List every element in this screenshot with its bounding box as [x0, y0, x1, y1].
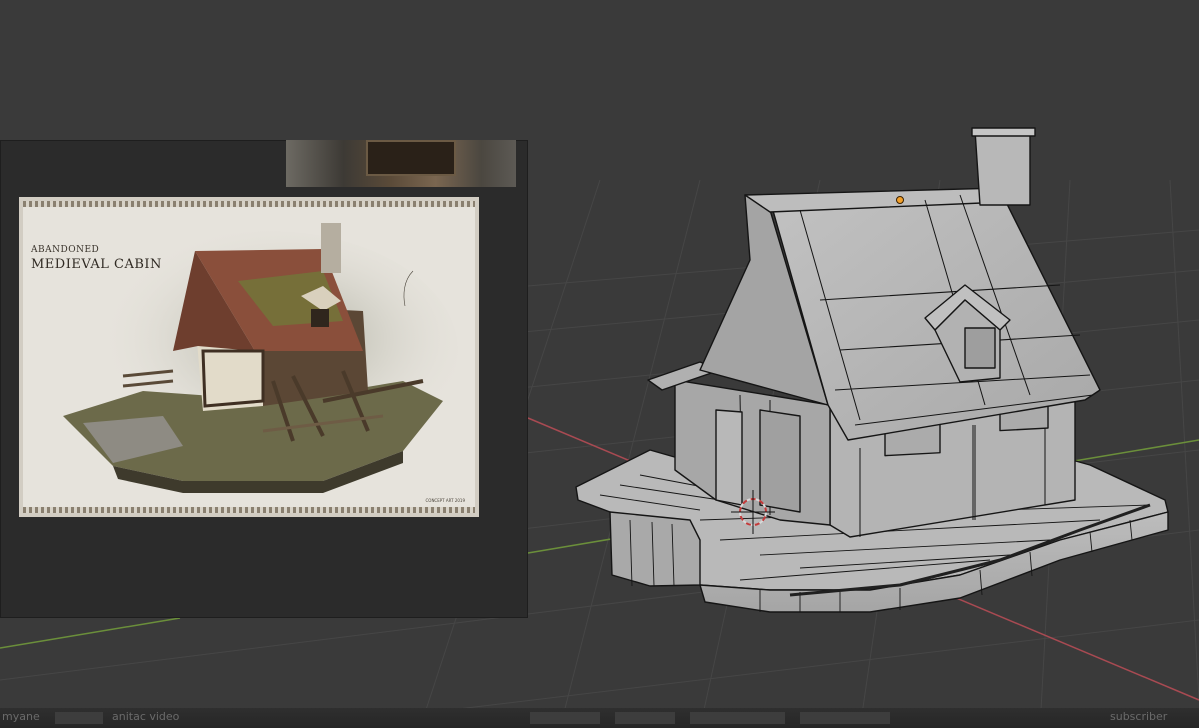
cabin-model [575, 127, 1169, 613]
base-step [609, 511, 701, 587]
porch-post [715, 409, 743, 506]
chimney [974, 129, 1031, 206]
bottom-mid-text: anitac video [112, 710, 180, 723]
bottom-overlay-bar: myane anitac video subscriber [0, 708, 1199, 728]
origin-point [896, 196, 904, 204]
bottom-block-5 [800, 712, 890, 724]
door-left [759, 409, 801, 513]
reference-thumbnail[interactable] [286, 140, 516, 187]
bottom-block-4 [690, 712, 785, 724]
bottom-left-text: myane [2, 710, 40, 723]
reference-poster[interactable]: ABANDONED MEDIEVAL CABIN CONCEPT ART 201… [19, 197, 479, 517]
y-axis-line-left [0, 617, 181, 649]
bottom-block-3 [615, 712, 675, 724]
bottom-block-2 [530, 712, 600, 724]
bottom-right-text: subscriber [1110, 710, 1168, 723]
dormer-window [964, 327, 996, 369]
bottom-block-1 [55, 712, 103, 724]
poster-small-title: ABANDONED [31, 245, 100, 255]
poster-big-title: MEDIEVAL CABIN [31, 257, 162, 272]
poster-credit: CONCEPT ART 2019 [425, 498, 466, 503]
